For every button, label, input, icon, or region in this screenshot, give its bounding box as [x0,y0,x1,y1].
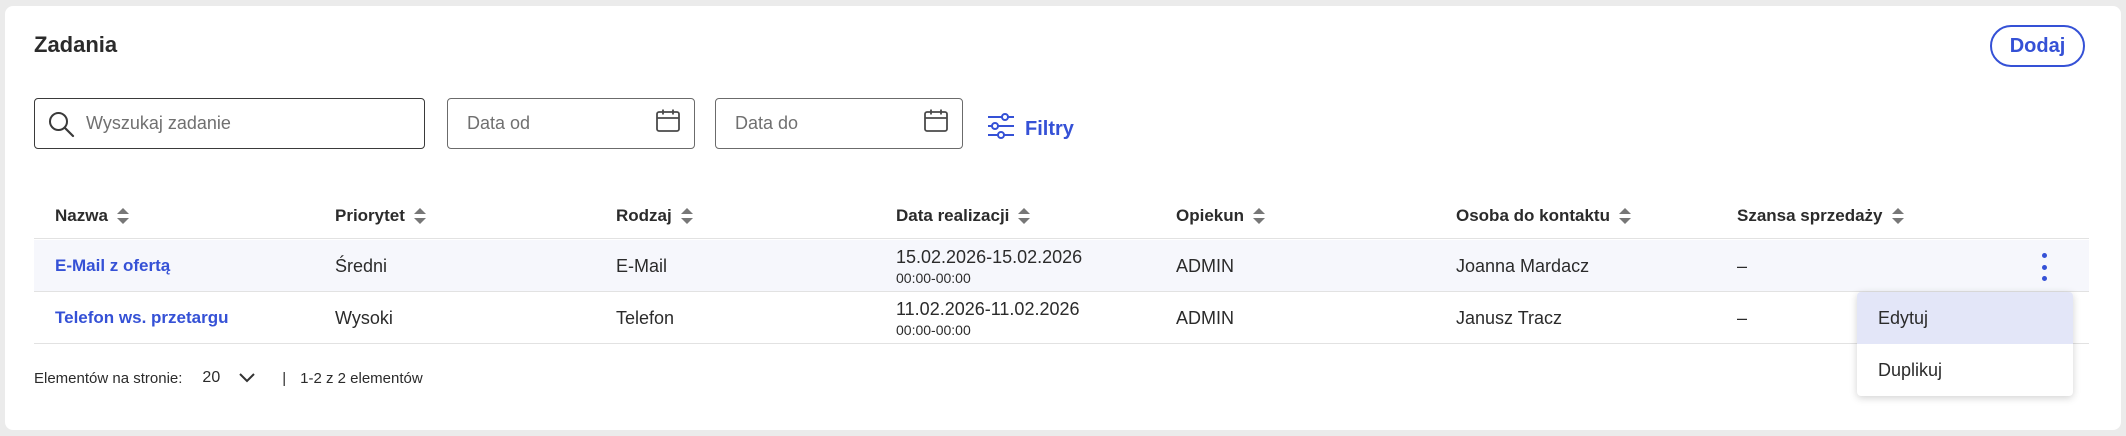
search-icon [46,109,76,139]
filters-button[interactable]: Filtry [986,113,1074,145]
date-cell: 11.02.2026-11.02.2026 00:00-00:00 [896,292,1080,344]
date-cell: 15.02.2026-15.02.2026 00:00-00:00 [896,240,1082,292]
search-placeholder: Wyszukaj zadanie [86,113,231,133]
date-range: 11.02.2026-11.02.2026 [896,298,1080,319]
sort-icon [1891,207,1904,224]
table-row[interactable]: E-Mail z ofertą Średni E-Mail 15.02.2026… [34,240,2089,292]
row-actions-icon[interactable] [2034,253,2054,281]
contact-cell: Janusz Tracz [1456,307,1563,328]
time-range: 00:00-00:00 [896,321,971,338]
date-from-field[interactable]: Data od [447,98,695,149]
column-header-name[interactable]: Nazwa [55,206,130,226]
chevron-down-icon [239,373,255,383]
menu-item-duplicate[interactable]: Duplikuj [1857,344,2073,396]
owner-cell: ADMIN [1176,255,1234,276]
per-page-select[interactable]: 20 [202,369,256,387]
type-cell: Telefon [616,307,675,328]
pagination: Elementów na stronie: 20 | 1-2 z 2 eleme… [34,369,423,387]
range-text: 1-2 z 2 elementów [300,369,423,387]
tasks-panel: Zadania Dodaj Wyszukaj zadanie Data od D… [5,6,2121,430]
date-range: 15.02.2026-15.02.2026 [896,246,1083,267]
column-header-chance[interactable]: Szansa sprzedaży [1737,206,1905,226]
date-to-placeholder: Data do [735,113,799,133]
type-cell: E-Mail [616,255,668,276]
separator: | [282,369,287,387]
filters-label: Filtry [1025,117,1074,140]
calendar-icon[interactable] [922,107,950,140]
column-header-type[interactable]: Rodzaj [616,206,694,226]
tasks-table: Nazwa Priorytet Rodzaj Data realizacji O… [34,193,2089,344]
task-name-link[interactable]: Telefon ws. przetargu [55,292,229,344]
task-name-link[interactable]: E-Mail z ofertą [55,240,170,292]
chance-cell: – [1737,307,1748,328]
owner-cell: ADMIN [1176,307,1234,328]
table-row[interactable]: Telefon ws. przetargu Wysoki Telefon 11.… [34,292,2089,344]
column-header-priority[interactable]: Priorytet [335,206,427,226]
calendar-icon[interactable] [654,107,682,140]
table-header: Nazwa Priorytet Rodzaj Data realizacji O… [34,193,2089,239]
row-context-menu: Edytuj Duplikuj [1857,292,2073,396]
priority-cell: Wysoki [335,307,393,328]
priority-cell: Średni [335,255,388,276]
sort-icon [680,207,693,224]
sliders-icon [986,113,1016,145]
column-header-contact[interactable]: Osoba do kontaktu [1456,206,1632,226]
sort-icon [413,207,426,224]
date-from-placeholder: Data od [467,113,531,133]
per-page-value: 20 [202,369,221,386]
date-to-field[interactable]: Data do [715,98,963,149]
column-header-owner[interactable]: Opiekun [1176,206,1266,226]
sort-icon [116,207,129,224]
time-range: 00:00-00:00 [896,269,971,286]
page-title: Zadania [34,32,118,57]
add-button[interactable]: Dodaj [1990,25,2085,67]
column-header-date[interactable]: Data realizacji [896,206,1031,226]
menu-item-edit[interactable]: Edytuj [1857,292,2073,344]
per-page-label: Elementów na stronie: [34,369,183,387]
sort-icon [1618,207,1631,224]
search-input[interactable]: Wyszukaj zadanie [34,98,425,149]
chance-cell: – [1737,255,1748,276]
contact-cell: Joanna Mardacz [1456,255,1590,276]
sort-icon [1018,207,1031,224]
sort-icon [1253,207,1266,224]
